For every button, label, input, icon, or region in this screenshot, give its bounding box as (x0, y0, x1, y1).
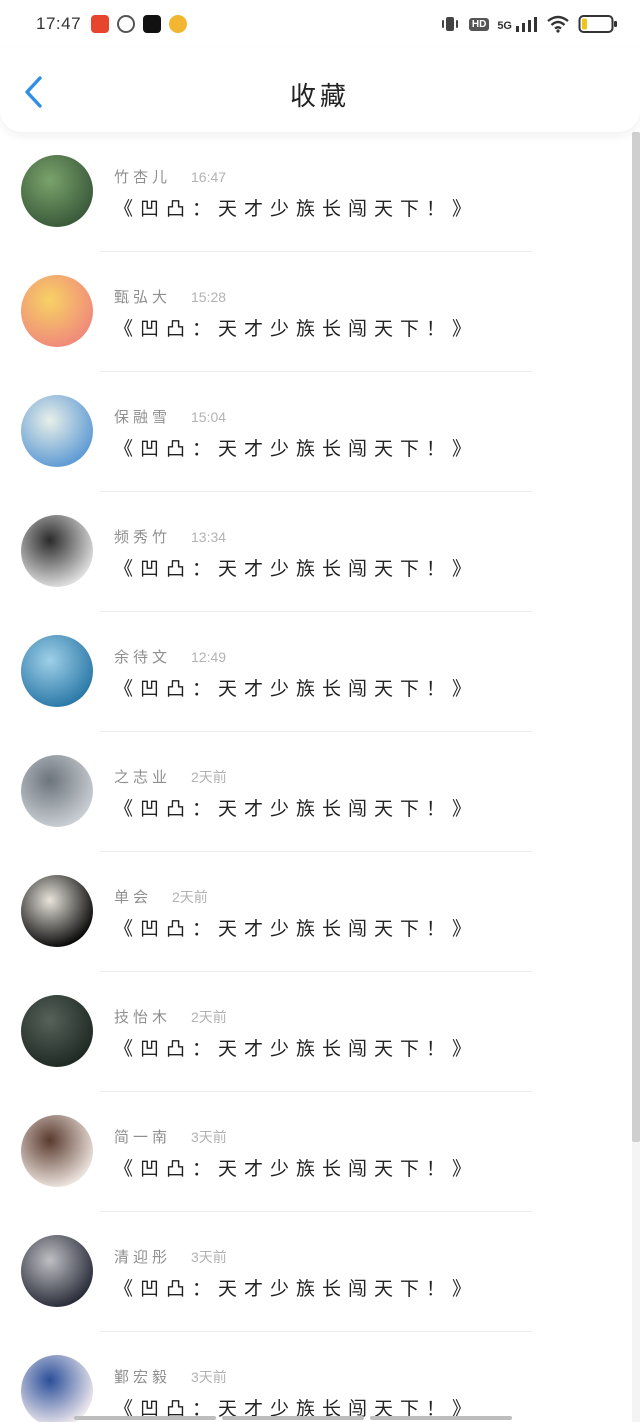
home-indicator-segment (370, 1416, 512, 1420)
avatar[interactable] (21, 1235, 93, 1307)
item-timestamp: 13:34 (191, 529, 227, 545)
avatar[interactable] (21, 755, 93, 827)
list-item[interactable]: 单会 2天前《凹凸：天才少族长闯天下！》 (0, 852, 632, 972)
author-name: 竹杏儿 (114, 168, 172, 186)
list-item[interactable]: 甄弘大 15:28 《凹凸：天才少族长闯天下！》 (0, 252, 632, 372)
author-name: 甄弘大 (114, 288, 172, 306)
page-title: 收藏 (289, 82, 350, 112)
status-bar: 17:47 HD 5G (0, 0, 640, 48)
item-timestamp: 15:04 (191, 409, 227, 425)
item-meta: 甄弘大 15:28 (114, 286, 226, 307)
link-app-icon (117, 15, 136, 33)
author-name: 余待文 (114, 648, 172, 666)
avatar[interactable] (21, 995, 93, 1067)
home-indicator[interactable] (74, 1416, 512, 1420)
item-meta: 单会 2天前 (114, 886, 208, 907)
list-item[interactable]: 技怡木 2天前《凹凸：天才少族长闯天下！》 (0, 972, 632, 1092)
item-timestamp: 2天前 (191, 769, 227, 785)
signal-icon (516, 17, 537, 32)
scrollbar-thumb[interactable] (632, 132, 640, 1142)
list-item[interactable]: 余待文 12:49 《凹凸：天才少族长闯天下！》 (0, 612, 632, 732)
notification-icons (91, 15, 188, 33)
avatar[interactable] (21, 1355, 93, 1422)
item-title: 《凹凸：天才少族长闯天下！》 (114, 1038, 479, 1060)
list-item[interactable]: 频秀竹 13:34 《凹凸：天才少族长闯天下！》 (0, 492, 632, 612)
item-title: 《凹凸：天才少族长闯天下！》 (114, 1278, 479, 1300)
flower-app-icon (169, 15, 188, 33)
list-item[interactable]: 竹杏儿 16:47 《凹凸：天才少族长闯天下！》 (0, 132, 632, 252)
author-name: 之志业 (114, 768, 172, 786)
item-timestamp: 2天前 (172, 889, 208, 905)
item-title: 《凹凸：天才少族长闯天下！》 (114, 918, 479, 940)
item-timestamp: 3天前 (191, 1249, 227, 1265)
author-name: 单会 (114, 888, 153, 906)
list-item[interactable]: 清迎彤 3天前《凹凸：天才少族长闯天下！》 (0, 1212, 632, 1332)
author-name: 技怡木 (114, 1008, 172, 1026)
author-name: 保融雪 (114, 408, 172, 426)
item-title: 《凹凸：天才少族长闯天下！》 (114, 318, 479, 340)
wifi-icon (547, 15, 569, 33)
item-meta: 清迎彤 3天前 (114, 1246, 227, 1267)
avatar[interactable] (21, 515, 93, 587)
list-item[interactable]: 简一南 3天前《凹凸：天才少族长闯天下！》 (0, 1092, 632, 1212)
list-item[interactable]: 鄞宏毅 3天前 《凹凸：天才少族长闯天下！》 (0, 1332, 632, 1422)
item-title: 《凹凸：天才少族长闯天下！》 (114, 798, 479, 820)
avatar[interactable] (21, 875, 93, 947)
item-meta: 保融雪 15:04 (114, 406, 226, 427)
author-name: 频秀竹 (114, 528, 172, 546)
item-title: 《凹凸：天才少族长闯天下！》 (114, 1158, 479, 1180)
battery-icon (578, 15, 617, 33)
author-name: 简一南 (114, 1128, 172, 1146)
item-meta: 余待文 12:49 (114, 646, 226, 667)
avatar[interactable] (21, 275, 93, 347)
status-time: 17:47 (36, 14, 82, 33)
avatar[interactable] (21, 1115, 93, 1187)
hd-badge: HD (468, 17, 490, 31)
avatar[interactable] (21, 155, 93, 227)
item-timestamp: 3天前 (191, 1129, 227, 1145)
item-timestamp: 15:28 (191, 289, 227, 305)
avatar[interactable] (21, 635, 93, 707)
favorites-list[interactable]: 竹杏儿 16:47 《凹凸：天才少族长闯天下！》 甄弘大 15:28 《凹凸：天才少族长闯… (0, 132, 632, 1422)
item-timestamp: 16:47 (191, 169, 227, 185)
item-meta: 频秀竹 13:34 (114, 526, 226, 547)
signal-group: 5G (497, 16, 538, 32)
item-timestamp: 2天前 (191, 1009, 227, 1025)
item-meta: 技怡木 2天前 (114, 1006, 227, 1027)
item-title: 《凹凸：天才少族长闯天下！》 (114, 678, 479, 700)
item-meta: 之志业 2天前 (114, 766, 227, 787)
list-item[interactable]: 保融雪 15:04 《凹凸：天才少族长闯天下！》 (0, 372, 632, 492)
home-indicator-segment (222, 1416, 364, 1420)
item-meta: 鄞宏毅 3天前 (114, 1366, 227, 1387)
author-name: 鄞宏毅 (114, 1368, 172, 1386)
screen: 17:47 HD 5G 收藏 竹杏儿 16:47 《凹凸：天才少族长闯天下！》 … (0, 0, 640, 1422)
header-bar: 收藏 (0, 48, 640, 132)
shopping-app-icon (91, 15, 110, 33)
list-item[interactable]: 之志业 2天前《凹凸：天才少族长闯天下！》 (0, 732, 632, 852)
item-meta: 竹杏儿 16:47 (114, 166, 226, 187)
item-timestamp: 12:49 (191, 649, 227, 665)
item-title: 《凹凸：天才少族长闯天下！》 (114, 438, 479, 460)
item-meta: 简一南 3天前 (114, 1126, 227, 1147)
home-indicator-segment (74, 1416, 216, 1420)
item-title: 《凹凸：天才少族长闯天下！》 (114, 198, 479, 220)
vibrate-icon (441, 17, 458, 31)
tiktok-icon (143, 15, 162, 33)
network-label: 5G (497, 20, 512, 32)
item-timestamp: 3天前 (191, 1369, 227, 1385)
avatar[interactable] (21, 395, 93, 467)
status-indicators: HD 5G (439, 14, 618, 34)
author-name: 清迎彤 (114, 1248, 172, 1266)
item-title: 《凹凸：天才少族长闯天下！》 (114, 558, 479, 580)
